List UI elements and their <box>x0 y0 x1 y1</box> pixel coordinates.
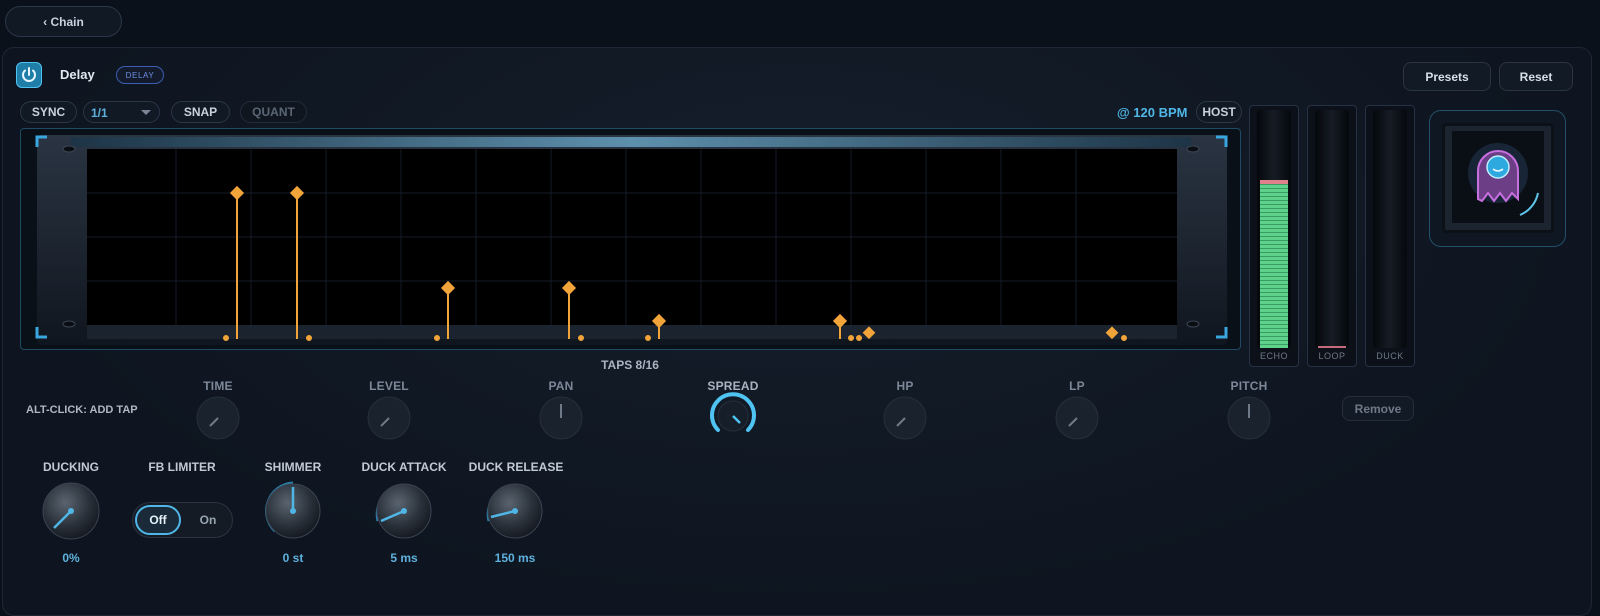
module-title: Delay <box>60 67 95 82</box>
remove-tap-button[interactable]: Remove <box>1342 396 1414 421</box>
echo-meter-fill <box>1260 184 1288 348</box>
duck-meter-label: DUCK <box>1376 351 1404 361</box>
spread-knob[interactable] <box>707 390 759 442</box>
division-value: 1/1 <box>91 106 108 120</box>
snap-toggle[interactable]: SNAP <box>171 101 230 123</box>
echo-meter-label: ECHO <box>1259 351 1288 361</box>
quant-toggle[interactable]: QUANT <box>240 101 307 123</box>
pan-label: PAN <box>548 379 574 393</box>
module-type-badge: DELAY <box>116 66 164 84</box>
ghost-icon <box>1452 131 1544 223</box>
back-to-chain-button[interactable]: ‹ Chain <box>5 6 122 37</box>
duck-attack-label: DUCK ATTACK <box>361 460 447 474</box>
sync-toggle[interactable]: SYNC <box>20 101 77 123</box>
reset-button[interactable]: Reset <box>1499 62 1573 91</box>
pan-knob[interactable] <box>537 394 585 442</box>
power-button[interactable] <box>16 62 42 88</box>
loop-meter-floor <box>1318 346 1346 348</box>
echo-meter: ECHO <box>1249 105 1299 367</box>
duck-release-value: 150 ms <box>494 551 536 565</box>
ghost-logo-tile <box>1429 110 1566 247</box>
loop-meter: LOOP <box>1307 105 1357 367</box>
bpm-readout: @ 120 BPM <box>1117 105 1188 120</box>
duck-release-label: DUCK RELEASE <box>468 460 564 474</box>
time-label: TIME <box>203 379 233 393</box>
hp-knob[interactable] <box>881 394 929 442</box>
hp-label: HP <box>896 379 914 393</box>
presets-button[interactable]: Presets <box>1403 62 1491 91</box>
lp-label: LP <box>1069 379 1085 393</box>
ducking-knob[interactable] <box>41 481 101 541</box>
alt-click-hint: ALT-CLICK: ADD TAP <box>26 404 138 416</box>
shimmer-knob[interactable] <box>261 479 325 543</box>
pitch-knob[interactable] <box>1225 394 1273 442</box>
fb-limiter-on-option[interactable]: On <box>185 505 231 535</box>
level-knob[interactable] <box>365 394 413 442</box>
lp-knob[interactable] <box>1053 394 1101 442</box>
chevron-down-icon <box>141 110 151 115</box>
fb-limiter-label: FB LIMITER <box>148 460 216 474</box>
tap-display-frame <box>35 135 1228 345</box>
division-select[interactable]: 1/1 <box>83 101 160 123</box>
shimmer-label: SHIMMER <box>264 460 322 474</box>
tap-display[interactable] <box>20 128 1241 350</box>
ducking-label: DUCKING <box>43 460 99 474</box>
fb-limiter-off-option[interactable]: Off <box>135 505 181 535</box>
power-icon <box>22 67 36 82</box>
duck-attack-knob[interactable] <box>372 479 436 543</box>
duck-attack-value: 5 ms <box>390 551 418 565</box>
time-knob[interactable] <box>194 394 242 442</box>
pitch-label: PITCH <box>1230 379 1268 393</box>
duck-release-knob[interactable] <box>483 479 547 543</box>
level-label: LEVEL <box>369 379 409 393</box>
fb-limiter-toggle[interactable]: Off On <box>132 502 233 538</box>
loop-meter-label: LOOP <box>1318 351 1346 361</box>
shimmer-value: 0 st <box>282 551 304 565</box>
duck-meter: DUCK <box>1365 105 1415 367</box>
ducking-value: 0% <box>62 551 80 565</box>
host-toggle[interactable]: HOST <box>1196 101 1242 123</box>
echo-meter-peak <box>1260 180 1288 184</box>
taps-count: TAPS 8/16 <box>601 358 659 372</box>
